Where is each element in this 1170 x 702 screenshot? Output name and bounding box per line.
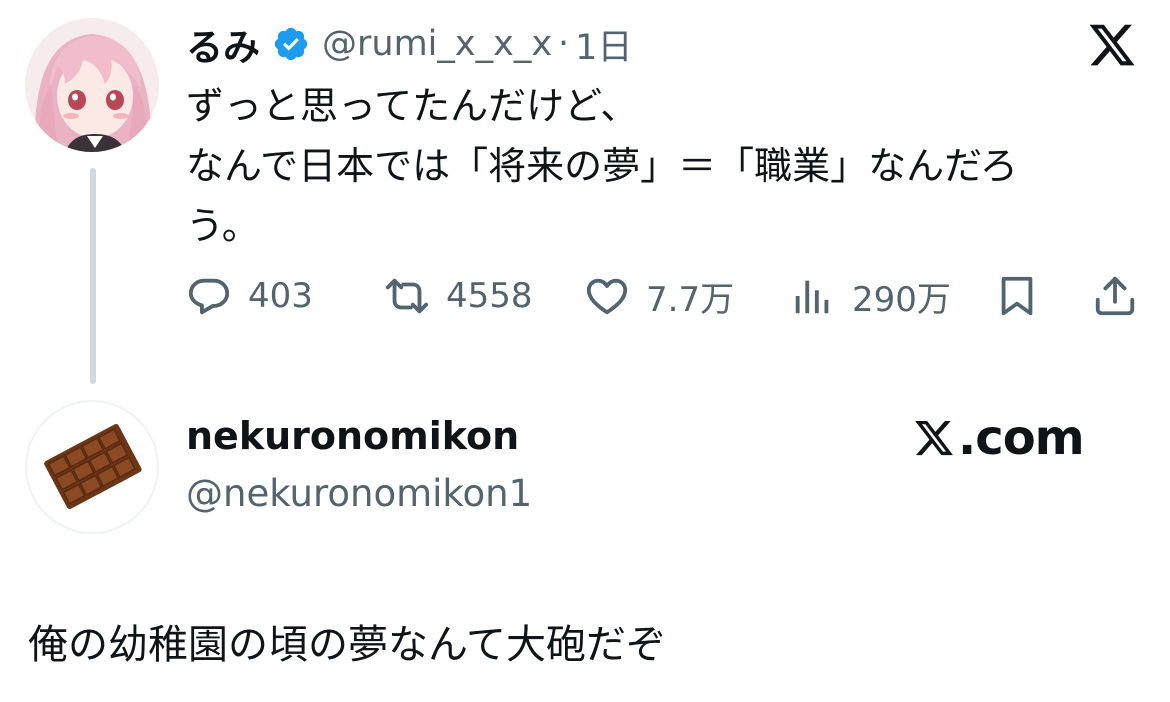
author-name[interactable]: るみ: [186, 17, 260, 71]
x-com-watermark: .com: [912, 408, 1085, 468]
anime-girl-avatar-image: [25, 18, 159, 152]
quoted-tweet-text: ずっと思ってたんだけど、 なんで日本では「将来の夢」＝「職業」なんだろ う。: [186, 76, 1136, 256]
tweet-text-line: う。: [186, 204, 260, 248]
quoted-tweet-header: るみ @rumi_x_x_x · 1日: [186, 18, 632, 70]
author-handle[interactable]: @nekuronomikon1: [186, 472, 532, 515]
verified-badge-icon: [274, 27, 308, 61]
repost-button[interactable]: 4558: [384, 272, 533, 320]
views-chart-icon: [795, 280, 829, 314]
share-icon: [1095, 276, 1135, 316]
like-count: 7.7万: [646, 279, 735, 320]
share-button[interactable]: [1092, 272, 1138, 320]
author-name[interactable]: nekuronomikon: [186, 414, 519, 458]
reply-tweet-text: 俺の幼稚園の頃の夢なんて大砲だぞ: [28, 622, 666, 668]
reply-button[interactable]: 403: [186, 272, 313, 320]
chocolate-bar-avatar-image: [44, 424, 142, 510]
watermark-domain-text: .com: [958, 410, 1085, 466]
x-logo-icon: [915, 420, 953, 456]
tweet-text-line: なんで日本では「将来の夢」＝「職業」なんだろ: [186, 144, 1018, 188]
reply-count: 403: [248, 276, 313, 316]
heart-icon: [586, 278, 628, 315]
bookmark-button[interactable]: [994, 272, 1040, 320]
separator-dot: ·: [558, 24, 570, 64]
tweet-action-bar: 403 4558 7.7万 290万: [186, 272, 1146, 320]
like-button[interactable]: 7.7万: [584, 272, 734, 320]
x-logo-icon: [1089, 24, 1135, 66]
tweet-text-line: ずっと思ってたんだけど、: [186, 84, 639, 128]
bookmark-icon: [1001, 276, 1033, 316]
reply-icon: [188, 278, 230, 315]
author-handle[interactable]: @rumi_x_x_x: [322, 24, 552, 64]
views-button[interactable]: 290万: [790, 272, 951, 320]
thread-connector-line: [90, 168, 96, 384]
tweet-timestamp[interactable]: 1日: [575, 19, 632, 70]
repost-icon: [385, 278, 429, 314]
avatar[interactable]: [25, 18, 159, 152]
repost-count: 4558: [446, 276, 533, 316]
view-count: 290万: [852, 279, 951, 320]
avatar[interactable]: [25, 400, 159, 534]
